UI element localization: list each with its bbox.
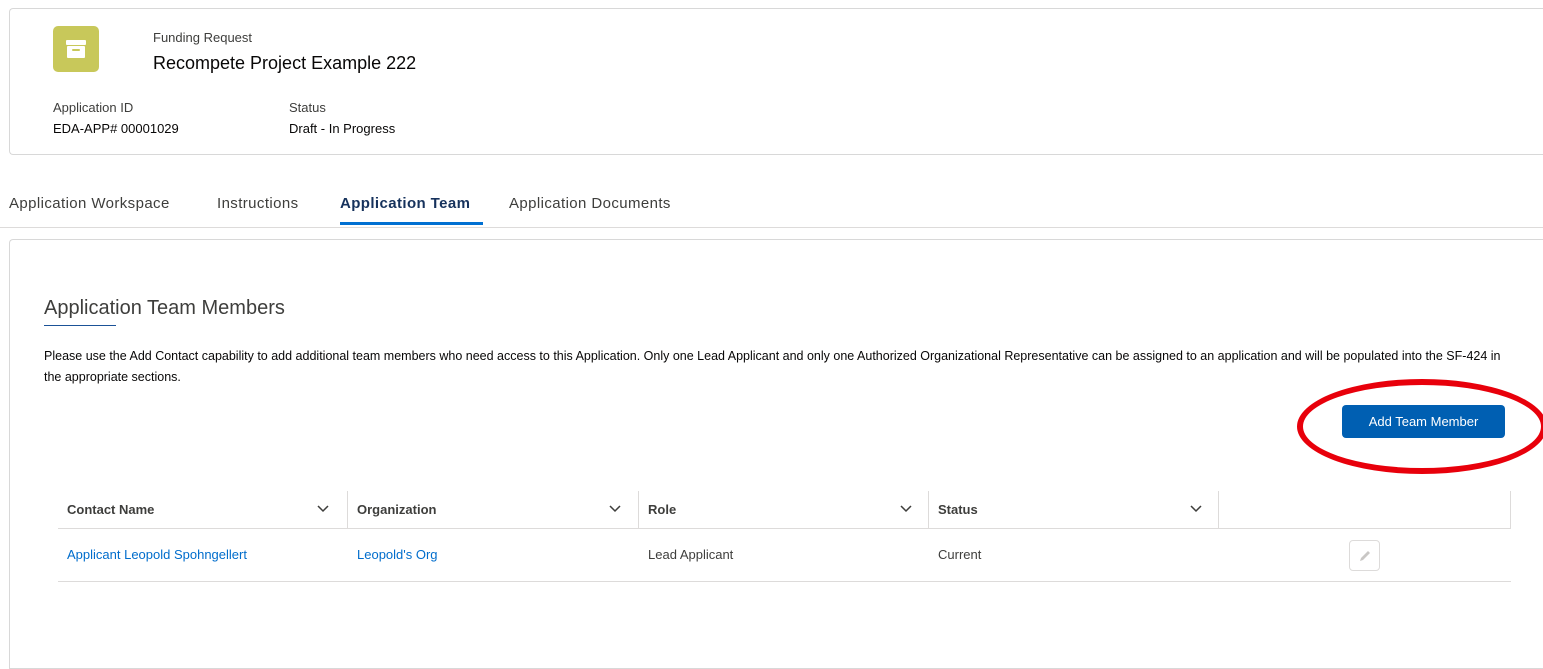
section-title: Application Team Members: [44, 297, 285, 319]
chevron-down-icon[interactable]: [317, 505, 329, 513]
edit-button[interactable]: [1349, 540, 1380, 571]
column-header-organization[interactable]: Organization: [357, 491, 436, 528]
organization-link[interactable]: Leopold's Org: [357, 529, 438, 581]
column-header-role[interactable]: Role: [648, 491, 676, 528]
status-cell: Current: [938, 547, 982, 562]
application-id-label: Application ID: [53, 100, 134, 115]
role-cell: Lead Applicant: [648, 547, 734, 562]
column-divider[interactable]: [928, 491, 929, 528]
contact-name-link[interactable]: Applicant Leopold Spohngellert: [67, 529, 247, 581]
tab-instructions[interactable]: Instructions: [217, 195, 299, 212]
chevron-down-icon[interactable]: [609, 505, 621, 513]
tab-bar: Application Workspace Instructions Appli…: [0, 190, 1543, 228]
table-header: Contact Name Organization Role Status: [58, 491, 1511, 529]
column-divider[interactable]: [347, 491, 348, 528]
tab-application-team[interactable]: Application Team: [340, 195, 470, 212]
pencil-icon: [1360, 551, 1370, 561]
chevron-down-icon[interactable]: [900, 505, 912, 513]
section-title-underline: [44, 325, 116, 326]
status-value: Draft - In Progress: [289, 121, 396, 136]
record-title: Recompete Project Example 222: [153, 53, 417, 73]
archive-box-icon: [53, 26, 99, 72]
column-header-status[interactable]: Status: [938, 491, 978, 528]
tab-application-documents[interactable]: Application Documents: [509, 195, 671, 212]
tab-application-workspace[interactable]: Application Workspace: [9, 195, 170, 212]
active-tab-indicator: [340, 222, 483, 225]
table-row: Applicant Leopold Spohngellert Leopold's…: [58, 529, 1511, 582]
column-header-contact-name[interactable]: Contact Name: [67, 491, 154, 528]
instructions-text: Please use the Add Contact capability to…: [44, 349, 1501, 384]
add-team-member-button[interactable]: Add Team Member: [1342, 405, 1505, 438]
application-id-value: EDA-APP# 00001029: [53, 121, 179, 136]
chevron-down-icon[interactable]: [1190, 505, 1202, 513]
column-divider[interactable]: [1218, 491, 1219, 528]
column-divider[interactable]: [638, 491, 639, 528]
column-divider: [1510, 491, 1511, 528]
object-type-label: Funding Request: [153, 30, 253, 45]
status-label: Status: [289, 100, 326, 115]
